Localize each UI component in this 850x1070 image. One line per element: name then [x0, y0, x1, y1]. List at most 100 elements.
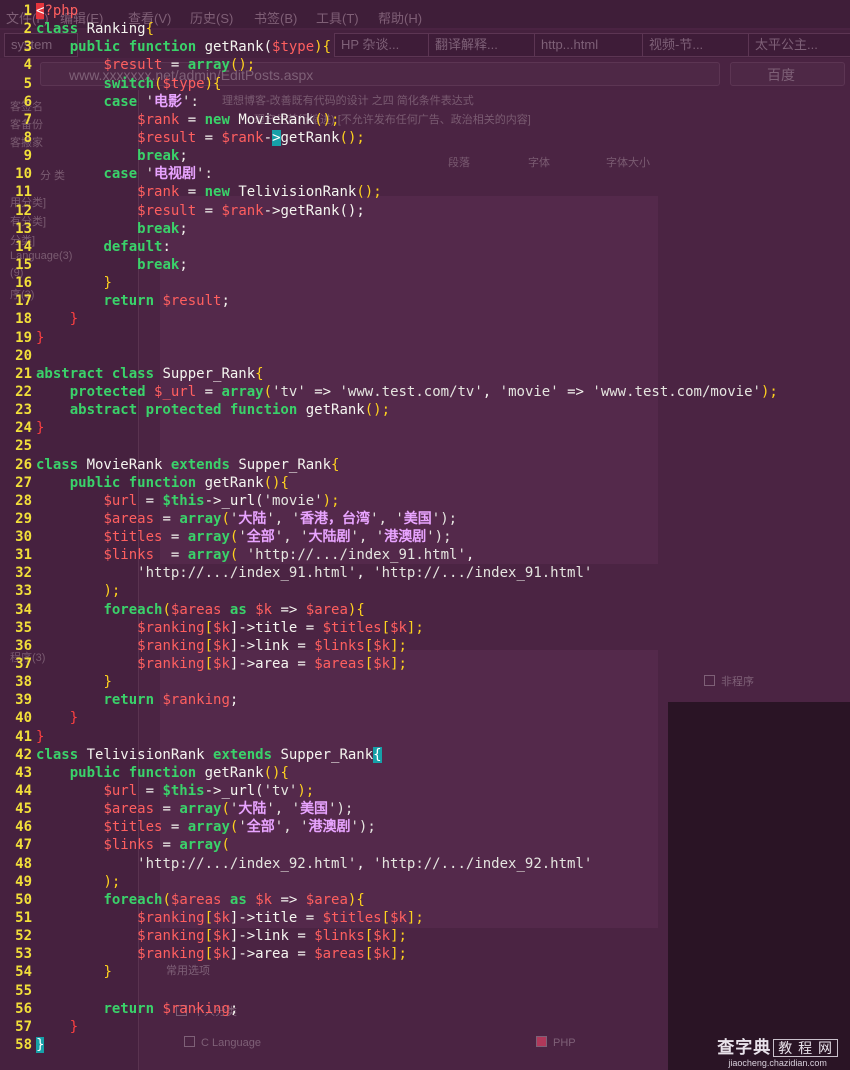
code-line[interactable]: $areas = array('大陆', '香港，台湾', '美国');	[36, 510, 457, 528]
code-token: =	[196, 202, 222, 219]
code-line[interactable]: $titles = array('全部', '港澳剧');	[36, 818, 375, 836]
code-line[interactable]: foreach($areas as $k => $area){	[36, 891, 364, 909]
code-token: =>	[305, 383, 340, 400]
line-number: 50	[15, 891, 32, 908]
code-line[interactable]: $links = array( 'http://.../index_91.htm…	[36, 546, 474, 564]
code-line[interactable]: }	[36, 963, 111, 981]
code-line[interactable]: class TelivisionRank extends Supper_Rank…	[36, 746, 382, 764]
code-line[interactable]: public function getRank($type){	[36, 38, 331, 56]
code-line[interactable]: break;	[36, 256, 188, 274]
code-line[interactable]: $ranking[$k]->title = $titles[$k];	[36, 909, 424, 927]
line-number: 48	[15, 855, 32, 872]
code-token: }	[69, 1018, 79, 1035]
code-line[interactable]: $ranking[$k]->link = $links[$k];	[36, 927, 407, 945]
code-token: =	[196, 383, 222, 400]
code-line[interactable]: abstract protected function getRank();	[36, 401, 390, 419]
code-line[interactable]: }	[36, 728, 44, 746]
code-token: [	[364, 946, 374, 963]
code-line[interactable]: $areas = array('大陆', '美国');	[36, 800, 353, 818]
code-line[interactable]: $ranking[$k]->title = $titles[$k];	[36, 619, 424, 637]
code-line[interactable]: 'http://.../index_92.html', 'http://.../…	[36, 855, 592, 873]
code-token: getRank(	[204, 39, 273, 56]
line-number: 15	[15, 256, 32, 273]
code-line[interactable]: $links = array(	[36, 836, 229, 854]
code-line[interactable]: break;	[36, 147, 188, 165]
code-line[interactable]: }	[36, 709, 78, 727]
code-line[interactable]: class Ranking{	[36, 20, 154, 38]
code-token: =	[179, 184, 205, 201]
code-token: $rank	[137, 184, 180, 201]
code-line[interactable]: }	[36, 673, 111, 691]
code-token: ];	[390, 946, 407, 963]
code-token: -	[263, 129, 273, 146]
code-token: ();	[229, 57, 256, 74]
code-line[interactable]: return $ranking;	[36, 1000, 238, 1018]
code-token: >	[272, 129, 281, 146]
code-line[interactable]: }	[36, 310, 78, 328]
code-token: class	[36, 21, 87, 38]
code-line[interactable]: switch($type){	[36, 75, 221, 93]
code-line[interactable]: $url = $this->_url('tv');	[36, 782, 314, 800]
code-editor-overlay[interactable]: 1 <?php 2 class Ranking{3 public function g…	[0, 0, 850, 1070]
code-line[interactable]: $ranking[$k]->link = $links[$k];	[36, 637, 407, 655]
code-token: {	[255, 365, 264, 382]
line-number: 2	[23, 21, 32, 38]
code-line[interactable]: default:	[36, 238, 171, 256]
code-line[interactable]: break;	[36, 220, 188, 238]
code-line[interactable]: $ranking[$k]->area = $areas[$k];	[36, 655, 407, 673]
code-token: ', '	[266, 510, 301, 527]
code-line[interactable]: }	[36, 274, 112, 292]
code-token: =>	[272, 601, 306, 618]
code-line[interactable]: public function getRank(){	[36, 764, 289, 782]
code-token: ', '	[266, 801, 301, 818]
code-line[interactable]: case '电视剧':	[36, 165, 212, 183]
code-line[interactable]: $result = array();	[36, 56, 255, 74]
code-line[interactable]: }	[36, 1036, 45, 1054]
code-line[interactable]: $url = $this->_url('movie');	[36, 492, 339, 510]
code-line[interactable]: return $ranking;	[36, 691, 238, 709]
code-line[interactable]: }	[36, 329, 44, 347]
code-token: =	[162, 529, 188, 546]
code-line[interactable]: $rank = new TelivisionRank();	[36, 183, 381, 201]
code-line[interactable]: );	[36, 582, 120, 600]
code-line[interactable]: foreach($areas as $k => $area){	[36, 601, 364, 619]
line-number: 33	[15, 583, 32, 600]
code-token: abstract class	[36, 365, 163, 382]
code-line[interactable]: public function getRank(){	[36, 474, 289, 492]
code-token: =>	[272, 891, 306, 908]
code-token: );	[103, 583, 121, 600]
code-line[interactable]: );	[36, 873, 120, 891]
code-line[interactable]: protected $_url = array('tv' => 'www.tes…	[36, 383, 778, 401]
watermark-url: jiaocheng.chazidian.com	[728, 1058, 827, 1068]
code-token: }	[103, 275, 112, 292]
code-token: [	[204, 910, 214, 926]
code-token: }	[36, 329, 45, 346]
code-line[interactable]: }	[36, 1018, 78, 1036]
line-number: 24	[15, 420, 32, 437]
code-token: return	[103, 692, 163, 709]
code-token: ,	[356, 855, 374, 872]
code-token: $k	[213, 946, 230, 963]
code-token: array	[187, 529, 230, 546]
code-line[interactable]: $titles = array('全部', '大陆剧', '港澳剧');	[36, 528, 451, 546]
line-number: 20	[15, 347, 32, 364]
code-line[interactable]: $result = $rank->getRank();	[36, 202, 365, 220]
code-line[interactable]: $ranking[$k]->area = $areas[$k];	[36, 945, 407, 963]
code-line[interactable]: class MovieRank extends Supper_Rank{	[36, 456, 339, 474]
code-line[interactable]: return $result;	[36, 292, 229, 310]
code-line[interactable]: $rank = new MovieRank();	[36, 111, 339, 129]
code-token: '	[145, 93, 155, 110]
code-line[interactable]: $result = $rank->getRank();	[36, 129, 365, 147]
code-line[interactable]: abstract class Supper_Rank{	[36, 365, 264, 383]
code-line[interactable]: case '电影':	[36, 93, 198, 111]
code-token: :	[162, 238, 171, 255]
code-line[interactable]: <?php	[36, 2, 78, 20]
code-line[interactable]: }	[36, 419, 44, 437]
code-token: public function	[69, 764, 205, 781]
code-token: ->getRank();	[263, 202, 365, 219]
code-line[interactable]: 'http://.../index_91.html', 'http://.../…	[36, 564, 592, 582]
